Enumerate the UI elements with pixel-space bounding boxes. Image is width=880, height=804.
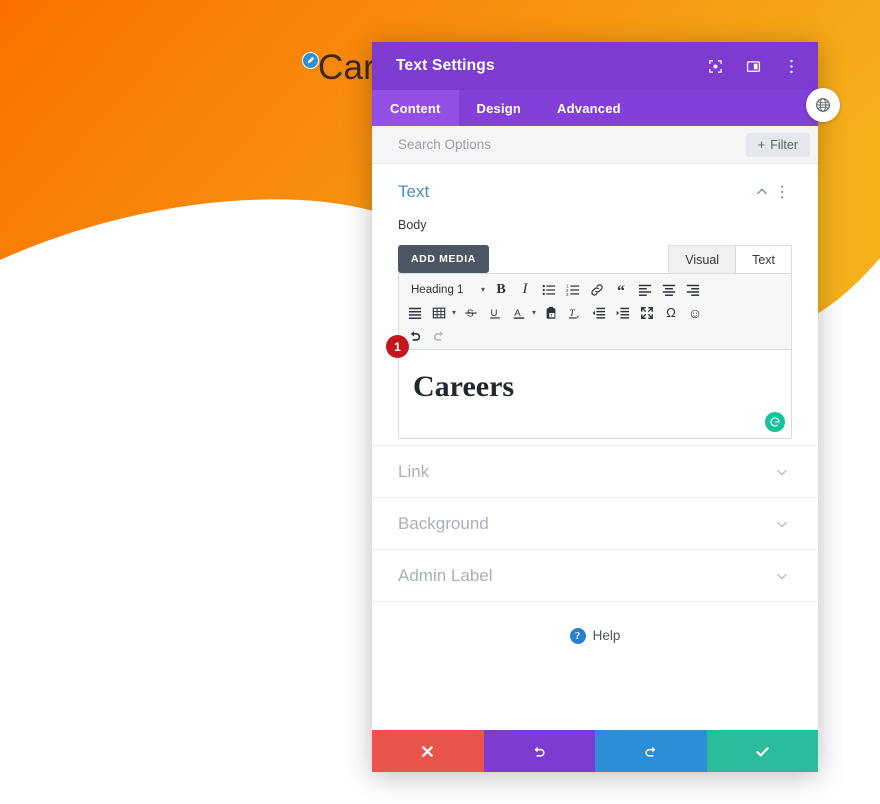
numbered-list-icon[interactable]: 1 2 3: [561, 279, 585, 301]
align-left-icon[interactable]: [633, 279, 657, 301]
section-text-header: Text: [398, 182, 792, 202]
focus-target-icon[interactable]: [702, 53, 728, 79]
outdent-icon[interactable]: [587, 302, 611, 324]
toolbar-row-3: [403, 324, 787, 347]
svg-text:x: x: [576, 314, 579, 320]
modal-tab-bar: Content Design Advanced: [372, 90, 818, 126]
section-text-title: Text: [398, 182, 430, 201]
search-input[interactable]: [398, 137, 746, 152]
align-right-icon[interactable]: [681, 279, 705, 301]
editor-heading-text: Careers: [413, 370, 515, 403]
text-color-menu[interactable]: A ▾: [507, 302, 539, 324]
step-badge: 1: [386, 335, 409, 358]
section-admin-label[interactable]: Admin Label: [372, 549, 818, 601]
format-select[interactable]: Heading 1 ▾: [403, 284, 489, 296]
align-center-icon[interactable]: [657, 279, 681, 301]
blockquote-icon[interactable]: “: [609, 279, 633, 301]
chevron-down-icon[interactable]: [772, 566, 792, 586]
save-button[interactable]: [706, 730, 818, 772]
fullscreen-icon[interactable]: [635, 302, 659, 324]
undo-icon: [534, 746, 545, 757]
strikethrough-icon[interactable]: S: [459, 302, 483, 324]
section-more-icon[interactable]: [772, 182, 792, 202]
tab-text[interactable]: Text: [735, 245, 792, 273]
section-admin-label-title: Admin Label: [398, 565, 493, 585]
format-select-value: Heading 1: [411, 283, 464, 296]
section-link-title: Link: [398, 461, 430, 481]
chevron-down-icon: ▾: [452, 308, 457, 317]
redo-button[interactable]: [595, 730, 707, 772]
wp-editor: ADD MEDIA Visual Text Heading 1 ▾ B I 1 …: [386, 240, 792, 439]
tab-advanced[interactable]: Advanced: [539, 90, 639, 126]
modal-titlebar: Text Settings: [372, 42, 818, 90]
bold-icon[interactable]: B: [489, 279, 513, 301]
grammarly-icon[interactable]: [765, 412, 785, 432]
editor-topbar: ADD MEDIA Visual Text: [398, 240, 792, 273]
check-icon: [756, 746, 769, 756]
tab-content[interactable]: Content: [372, 90, 459, 126]
tab-visual[interactable]: Visual: [668, 245, 737, 273]
bullet-list-icon[interactable]: [537, 279, 561, 301]
modal-body: Text Body ADD MEDIA Visual Text Heading …: [372, 164, 818, 730]
section-background[interactable]: Background: [372, 497, 818, 549]
modal-footer: [372, 730, 818, 772]
section-link[interactable]: Link: [372, 445, 818, 497]
help-label: Help: [592, 628, 621, 643]
section-text: Text Body ADD MEDIA Visual Text Heading …: [372, 164, 818, 445]
chevron-down-icon: ▾: [532, 308, 537, 317]
svg-text:3: 3: [566, 292, 569, 297]
table-icon[interactable]: [427, 302, 451, 324]
close-icon: [422, 745, 434, 757]
chevron-down-icon: ▾: [480, 285, 485, 294]
editor-mode-tabs: Visual Text: [668, 245, 792, 273]
modal-title: Text Settings: [396, 57, 495, 74]
editor-toolbar: Heading 1 ▾ B I 1 2 3 “ ▾ U A ▾ T T x Ω …: [399, 274, 791, 350]
chevron-down-icon[interactable]: [772, 462, 792, 482]
toolbar-row-1: Heading 1 ▾ B I 1 2 3 “: [403, 278, 787, 301]
undo-button[interactable]: [483, 730, 595, 772]
redo-icon[interactable]: [427, 325, 451, 347]
split-panel-icon[interactable]: [740, 53, 766, 79]
toolbar-row-2: ▾ S U: [403, 301, 787, 324]
hero-edit-badge[interactable]: [302, 52, 319, 69]
chevron-down-icon[interactable]: [772, 514, 792, 534]
plus-icon: +: [757, 137, 766, 152]
editor-box: Heading 1 ▾ B I 1 2 3 “ ▾ U A ▾ T T x Ω …: [386, 273, 792, 439]
section-background-title: Background: [398, 513, 489, 533]
tab-design[interactable]: Design: [459, 90, 540, 126]
emoji-icon[interactable]: ☺: [683, 302, 707, 324]
body-field-label: Body: [398, 218, 427, 232]
special-character-icon[interactable]: Ω: [659, 302, 683, 324]
help-row[interactable]: ? Help: [372, 601, 818, 730]
underline-icon[interactable]: U: [483, 302, 507, 324]
search-bar: + Filter: [372, 126, 818, 164]
filter-button[interactable]: + Filter: [745, 132, 810, 157]
editor-content-area[interactable]: 1 Careers: [386, 335, 791, 438]
globe-icon-button[interactable]: [806, 88, 840, 122]
add-media-button[interactable]: ADD MEDIA: [398, 245, 489, 273]
table-menu[interactable]: ▾: [427, 302, 459, 324]
indent-icon[interactable]: [611, 302, 635, 324]
italic-icon[interactable]: I: [513, 279, 537, 301]
text-settings-modal: Text Settings Content Design Advanced Se…: [372, 42, 818, 772]
svg-text:T: T: [550, 312, 553, 317]
paste-as-text-icon[interactable]: T: [539, 302, 563, 324]
more-vertical-icon[interactable]: [778, 53, 804, 79]
link-icon[interactable]: [585, 279, 609, 301]
chevron-up-icon[interactable]: [752, 182, 772, 202]
filter-label: Filter: [770, 137, 798, 152]
cancel-button[interactable]: [372, 730, 484, 772]
redo-icon: [645, 746, 656, 757]
align-justify-icon[interactable]: [403, 302, 427, 324]
titlebar-actions: [702, 53, 804, 79]
text-color-icon[interactable]: A: [507, 302, 531, 324]
clear-formatting-icon[interactable]: T x: [563, 302, 587, 324]
help-icon: ?: [569, 628, 586, 644]
